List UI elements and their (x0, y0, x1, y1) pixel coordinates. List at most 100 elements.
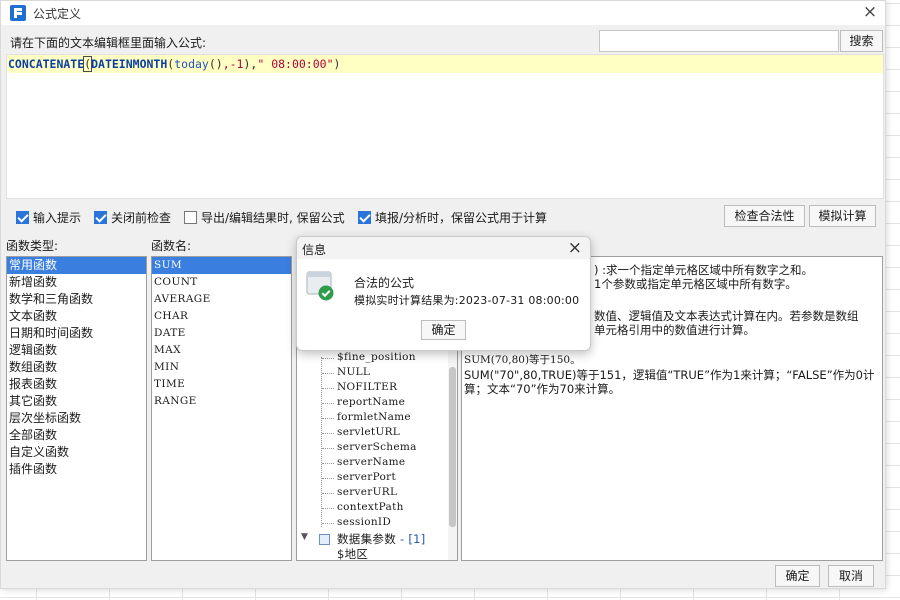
dataset-folder-icon (319, 534, 330, 545)
tree-param-item[interactable]: $fine_position (337, 351, 416, 363)
list-item[interactable]: 全部函数 (7, 427, 146, 444)
message-ok-button[interactable]: 确定 (421, 320, 466, 340)
tree-param-item[interactable]: serverURL (337, 486, 397, 498)
keep-formula-fill-checkbox[interactable] (358, 210, 371, 224)
app-logo-icon (10, 5, 26, 21)
info-message-box: 信息 × 合法的公式 模拟实时计算结果为:2023-07-31 08:00:00… (296, 236, 591, 351)
tree-param-item[interactable]: serverPort (337, 471, 396, 483)
keep-formula-fill-option[interactable]: 填报/分析时，保留公式用于计算 (358, 209, 547, 225)
formula-line[interactable]: CONCATENATE(DATEINMONTH(today(),-1)," 08… (7, 55, 883, 73)
close-icon[interactable]: × (859, 2, 881, 24)
formula-token: CONCATENATE (8, 57, 85, 71)
tree-param-item[interactable]: serverSchema (337, 441, 417, 453)
tree-guide-line (321, 357, 322, 527)
message-text: 合法的公式 (354, 276, 415, 290)
message-title: 信息 (302, 243, 327, 257)
desc-example-3: 算；文本“70”作为70来计算。 (464, 382, 621, 396)
list-item[interactable]: 自定义函数 (7, 444, 146, 461)
check-before-close-option[interactable]: 关闭前检查 (94, 209, 171, 225)
list-item[interactable]: 数学和三角函数 (7, 291, 146, 308)
formula-editor[interactable]: CONCATENATE(DATEINMONTH(today(),-1)," 08… (6, 54, 884, 199)
list-item[interactable]: 报表函数 (7, 376, 146, 393)
input-hint-option[interactable]: 输入提示 (16, 209, 81, 225)
collapse-icon[interactable]: ▼ (301, 532, 308, 542)
tree-connector (322, 508, 334, 509)
input-hint-checkbox[interactable] (16, 210, 29, 224)
list-item[interactable]: 其它函数 (7, 393, 146, 410)
function-name-label: 函数名: (151, 239, 192, 253)
list-item[interactable]: 插件函数 (7, 461, 146, 478)
formula-token: DATEINMONTH (91, 57, 168, 71)
list-item[interactable]: COUNT (152, 274, 291, 291)
tree-connector (322, 358, 334, 359)
tree-connector (322, 493, 334, 494)
tree-param-item[interactable]: NOFILTER (337, 381, 397, 393)
list-item[interactable]: RANGE (152, 393, 291, 410)
tree-connector (322, 448, 334, 449)
formula-token: ) (333, 57, 341, 71)
list-item[interactable]: MAX (152, 342, 291, 359)
keep-formula-fill-label: 填报/分析时，保留公式用于计算 (375, 210, 548, 225)
dataset-params-node[interactable]: 数据集参数 - [1] (337, 531, 426, 547)
list-item[interactable]: 数组函数 (7, 359, 146, 376)
formula-token: today (174, 57, 209, 71)
dialog-titlebar: 公式定义 × (1, 1, 885, 25)
function-type-label: 函数类型: (6, 239, 59, 253)
list-item[interactable]: MIN (152, 359, 291, 376)
list-item[interactable]: 新增函数 (7, 274, 146, 291)
list-item[interactable]: DATE (152, 325, 291, 342)
formula-token: ,-1 (222, 57, 244, 71)
tree-param-item[interactable]: reportName (337, 396, 405, 408)
message-titlebar: 信息 × (297, 237, 590, 259)
list-item[interactable]: 逻辑函数 (7, 342, 146, 359)
list-item[interactable]: 文本函数 (7, 308, 146, 325)
check-validity-button[interactable]: 检查合法性 (724, 205, 805, 227)
keep-formula-export-option[interactable]: 导出/编辑结果时, 保留公式 (184, 209, 345, 225)
search-input[interactable] (599, 30, 839, 52)
desc-line-2: 1个参数或指定单元格区域中所有数字。 (594, 277, 797, 291)
function-name-list[interactable]: SUM COUNT AVERAGE CHAR DATE MAX MIN TIME RANGE (151, 256, 292, 561)
check-before-close-checkbox[interactable] (94, 210, 107, 224)
tree-connector (322, 433, 334, 434)
tree-param-item[interactable]: NULL (337, 366, 370, 378)
tree-connector (322, 478, 334, 479)
list-item[interactable]: CHAR (152, 308, 291, 325)
list-item[interactable]: 层次坐标函数 (7, 410, 146, 427)
formula-token: () (208, 57, 223, 71)
list-item[interactable]: 常用函数 (7, 257, 146, 274)
dialog-title: 公式定义 (33, 7, 82, 21)
desc-line-4: 单元格引用中的数值进行计算。 (594, 323, 755, 337)
tree-param-item[interactable]: serverName (337, 456, 405, 468)
cancel-button[interactable]: 取消 (828, 565, 874, 587)
simulate-calc-button[interactable]: 模拟计算 (809, 205, 876, 227)
list-item[interactable]: 日期和时间函数 (7, 325, 146, 342)
success-check-icon (306, 271, 334, 301)
editor-prompt: 请在下面的文本编辑框里面输入公式: (10, 36, 207, 50)
keep-formula-export-checkbox[interactable] (184, 210, 197, 224)
tree-param-item[interactable]: formletName (337, 411, 411, 423)
tree-connector (322, 373, 334, 374)
ok-button[interactable]: 确定 (775, 565, 820, 587)
list-item[interactable]: TIME (152, 376, 291, 393)
message-close-icon[interactable]: × (568, 238, 582, 258)
list-item[interactable]: AVERAGE (152, 291, 291, 308)
tree-param-item[interactable]: contextPath (337, 501, 404, 513)
check-before-close-label: 关闭前检查 (111, 210, 172, 225)
tree-connector (322, 523, 334, 524)
tree-connector (322, 403, 334, 404)
function-type-list[interactable]: 常用函数 新增函数 数学和三角函数 文本函数 日期和时间函数 逻辑函数 数组函数 报表函数 其它… (6, 256, 147, 561)
keep-formula-export-label: 导出/编辑结果时, 保留公式 (201, 210, 345, 225)
formula-token: " 08:00:00" (257, 57, 334, 71)
message-result: 模拟实时计算结果为:2023-07-31 08:00:00 (354, 294, 580, 307)
input-hint-label: 输入提示 (33, 210, 82, 225)
tree-connector (322, 388, 334, 389)
list-item[interactable]: SUM (152, 257, 291, 274)
tree-connector (322, 463, 334, 464)
tree-scroll-thumb[interactable] (449, 367, 456, 527)
desc-example-1: SUM(70,80)等于150。 (464, 354, 581, 366)
tree-param-item[interactable]: sessionID (337, 516, 391, 528)
tree-param-item[interactable]: servletURL (337, 426, 400, 438)
param-region[interactable]: $地区 (337, 546, 368, 560)
search-button[interactable]: 搜索 (840, 30, 883, 52)
tree-connector (322, 418, 334, 419)
